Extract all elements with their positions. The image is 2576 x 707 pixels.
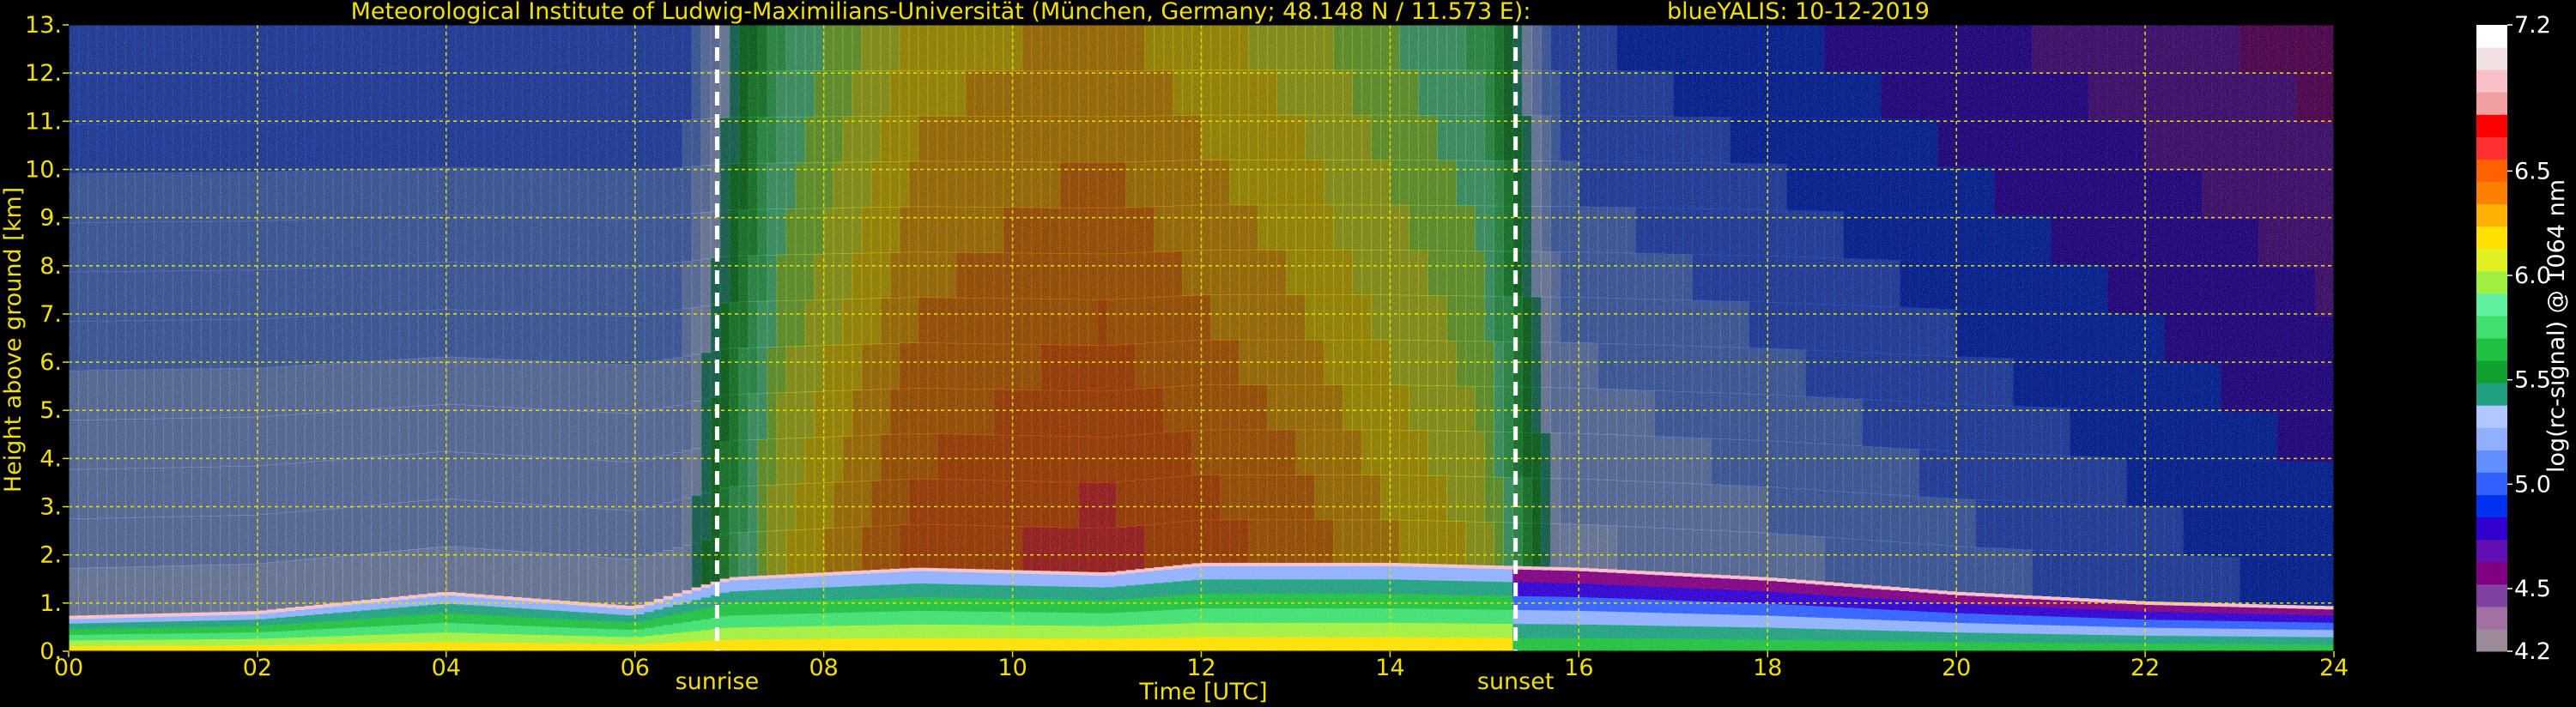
colorbar-segment [2476, 450, 2507, 473]
x-tick-label: 04 [432, 655, 461, 681]
colorbar-label: log(rc-signal) @ 1064 nm [2543, 179, 2570, 473]
colorbar-segment [2476, 226, 2507, 250]
x-tick-label: 18 [1753, 655, 1782, 681]
plot-area: sunrise sunset [68, 24, 2335, 695]
colorbar-segment [2476, 539, 2507, 563]
colorbar-segment [2476, 338, 2507, 361]
colorbar-segment [2476, 472, 2507, 495]
colorbar-segment [2476, 360, 2507, 384]
colorbar-tick-label: 4.5 [2514, 576, 2551, 602]
colorbar-tick-label: 5.0 [2514, 471, 2551, 498]
y-axis-label: Height above ground [km] [0, 187, 27, 492]
colorbar-segment [2476, 427, 2507, 450]
sunset-label: sunset [1477, 668, 1555, 695]
x-axis-ticks: 00 02 04 06 08 10 12 14 16 18 20 22 24 [54, 651, 2349, 681]
colorbar-segment [2476, 606, 2507, 630]
colorbar-segment [2476, 494, 2507, 518]
colorbar-segment [2476, 181, 2507, 205]
y-axis-ticks: 0. 1. 2. 3. 4. 5. 6. 7. 8. 9. 10. 11. 12. 13. [25, 12, 69, 665]
colorbar-tick-label: 7.2 [2514, 12, 2551, 39]
colorbar-segment [2476, 69, 2507, 93]
x-tick-label: 24 [2319, 655, 2349, 681]
x-tick-label: 06 [621, 655, 650, 681]
y-tick-label: 12. [25, 60, 62, 87]
x-tick-label: 20 [1942, 655, 1971, 681]
sunrise-label: sunrise [676, 668, 760, 695]
chart-title: Meteorological Institute of Ludwig-Maxim… [351, 0, 1531, 25]
y-tick-label: 7. [39, 301, 62, 328]
y-tick-label: 3. [39, 494, 62, 521]
chart-subtitle: blueYALIS: 10-12-2019 [1667, 0, 1930, 25]
y-tick-label: 2. [39, 542, 62, 569]
x-tick-label: 14 [1375, 655, 1404, 681]
y-tick-label: 4. [39, 445, 62, 472]
colorbar-segment [2476, 92, 2507, 115]
colorbar-segment [2476, 293, 2507, 317]
colorbar-segment [2476, 561, 2507, 585]
colorbar-segment [2476, 248, 2507, 272]
colorbar-segment [2476, 114, 2507, 137]
y-tick-label: 8. [39, 253, 62, 280]
x-tick-label: 08 [809, 655, 838, 681]
x-tick-label: 02 [243, 655, 272, 681]
colorbar-segment [2476, 25, 2507, 48]
colorbar-segment [2476, 405, 2507, 428]
colorbar-segment [2476, 517, 2507, 541]
y-tick-label: 6. [39, 349, 62, 376]
y-tick-label: 1. [39, 590, 62, 617]
y-tick-label: 13. [25, 12, 62, 39]
colorbar-segment [2476, 315, 2507, 339]
x-tick-label: 12 [1186, 655, 1215, 681]
x-tick-label: 16 [1564, 655, 1593, 681]
x-axis-label: Time [UTC] [1138, 679, 1267, 705]
colorbar-segment [2476, 383, 2507, 406]
y-tick-label: 9. [39, 205, 62, 232]
colorbar-segment [2476, 583, 2507, 607]
colorbar-segment [2476, 203, 2507, 227]
colorbar-segment [2476, 270, 2507, 294]
colorbar-segment [2476, 159, 2507, 182]
colorbar-segment [2476, 47, 2507, 70]
colorbar-segment [2476, 628, 2507, 652]
lidar-chart: sunrise sunset Meteorological Institute o… [0, 0, 2570, 705]
x-tick-label: 10 [997, 655, 1027, 681]
y-tick-label: 0. [39, 638, 62, 665]
y-tick-label: 10. [25, 156, 62, 183]
x-tick-label: 22 [2131, 655, 2160, 681]
y-tick-label: 11. [25, 108, 62, 135]
signal-noise-overlay [69, 25, 2334, 651]
colorbar-segment [2476, 136, 2507, 160]
y-tick-label: 5. [39, 397, 62, 424]
colorbar [2476, 25, 2507, 652]
colorbar-tick-label: 4.2 [2514, 638, 2551, 665]
